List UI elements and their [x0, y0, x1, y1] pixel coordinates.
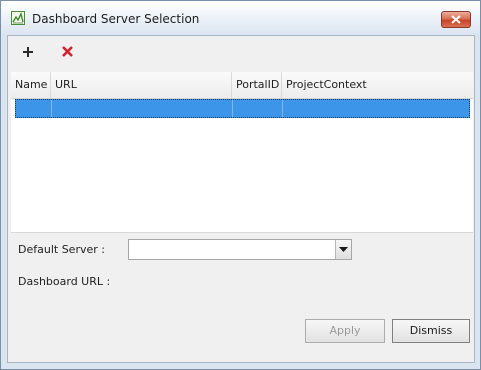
- cell-name[interactable]: [16, 100, 52, 117]
- cell-url[interactable]: [52, 100, 233, 117]
- column-header-project-context[interactable]: ProjectContext: [282, 72, 473, 98]
- app-icon: [11, 11, 25, 25]
- window-title: Dashboard Server Selection: [32, 12, 200, 26]
- cell-project-context[interactable]: [283, 100, 469, 117]
- plus-icon: [23, 47, 33, 57]
- default-server-dropdown[interactable]: [128, 239, 352, 260]
- table-header: Name URL PortalID ProjectContext: [11, 72, 473, 99]
- delete-x-icon: [62, 46, 73, 57]
- dialog-window: Dashboard Server Selection Name URL Port…: [0, 0, 481, 370]
- apply-button[interactable]: Apply: [305, 319, 385, 343]
- chevron-down-icon: [339, 247, 348, 252]
- dashboard-url-label: Dashboard URL :: [18, 275, 111, 288]
- cell-portal-id[interactable]: [233, 100, 283, 117]
- column-header-name[interactable]: Name: [11, 72, 51, 98]
- default-server-label: Default Server :: [18, 243, 105, 256]
- title-bar[interactable]: Dashboard Server Selection: [1, 1, 480, 35]
- dropdown-arrow-button[interactable]: [335, 240, 351, 259]
- remove-server-button[interactable]: [57, 42, 79, 62]
- close-icon: [451, 15, 461, 24]
- add-server-button[interactable]: [17, 42, 39, 62]
- close-button[interactable]: [441, 11, 471, 28]
- dismiss-button[interactable]: Dismiss: [392, 319, 470, 343]
- table-row-selected[interactable]: [15, 99, 470, 118]
- column-header-portal-id[interactable]: PortalID: [232, 72, 282, 98]
- server-table[interactable]: Name URL PortalID ProjectContext: [11, 72, 473, 233]
- column-header-url[interactable]: URL: [51, 72, 232, 98]
- dialog-content: Name URL PortalID ProjectContext Default…: [7, 35, 475, 363]
